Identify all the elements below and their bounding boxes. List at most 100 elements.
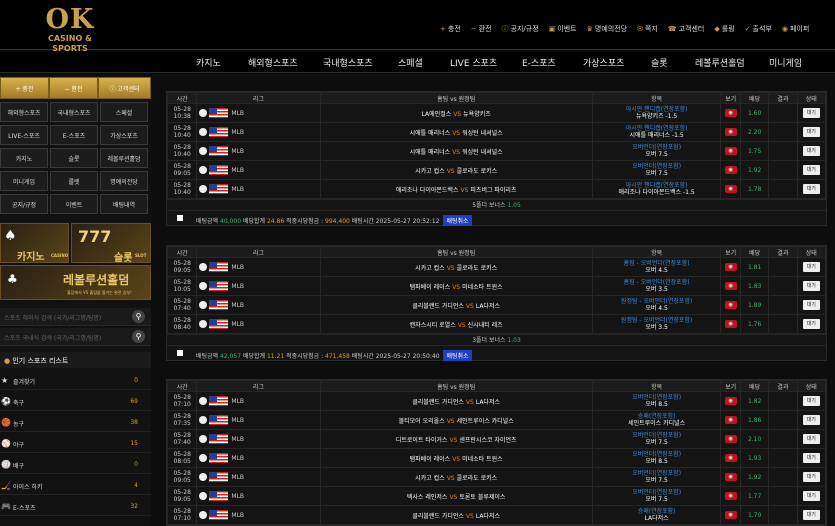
sidebar-menu-item[interactable]: 카지노: [0, 148, 48, 168]
overseas-search-input[interactable]: 스포츠 해외식 검색 (국가/리그명/팀명): [4, 313, 101, 322]
league-name: MLB: [231, 416, 245, 424]
odds-value: 1.77: [739, 486, 770, 506]
sidebar-menu-item[interactable]: 공지/규정: [0, 194, 48, 214]
match-clock: 07:35: [173, 420, 191, 427]
eye-icon[interactable]: ◉: [724, 185, 737, 193]
sport-item[interactable]: ★ 즐겨찾기 0: [0, 371, 151, 390]
eye-icon[interactable]: ◉: [724, 397, 737, 405]
domestic-search-input[interactable]: 스포츠 국내식 검색 (국가/리그명/팀명): [4, 333, 101, 342]
summary-time: 2025-05-27 20:50:40: [375, 353, 440, 360]
sidebar-menu-item[interactable]: 가상스포츠: [100, 125, 148, 145]
teams-cell: 시카고 컵스 VS 콜로라도 로키스: [319, 160, 593, 180]
sidebar-menu-item[interactable]: 해외형스포츠: [0, 102, 48, 122]
nav-item[interactable]: 레볼루션홀덤: [695, 56, 745, 69]
sidebar-menu-item[interactable]: E-스포츠: [50, 125, 98, 145]
sport-icon: ★: [1, 376, 9, 385]
top-menu-item[interactable]: ☎ 고객센터: [668, 24, 705, 34]
table-header: 시간 리그 홈팀 vs 원정팀 항목 보기 배당 결과 상태: [166, 246, 827, 258]
selection: 오버 3.5: [645, 286, 668, 293]
eye-icon[interactable]: ◉: [724, 511, 737, 519]
eye-icon[interactable]: ◉: [724, 320, 737, 328]
view-cell: ◉: [720, 505, 741, 525]
sport-item[interactable]: ⚾ 야구 15: [0, 434, 151, 453]
selection: 오버 8.5: [645, 458, 668, 465]
sidebar-menu-item[interactable]: 이벤트: [50, 194, 98, 214]
cancel-bet-button[interactable]: 배팅취소: [443, 215, 472, 226]
holdem-banner[interactable]: ♣ 레볼루션홀덤 홀덤에서 VS 홀덤을 즐기는 완전 승부!: [0, 265, 151, 300]
domestic-search[interactable]: 스포츠 국내식 검색 (국가/리그명/팀명) ⚲: [0, 328, 151, 346]
top-menu-item[interactable]: ✉ 쪽지: [637, 24, 658, 34]
sport-name: 야구: [13, 442, 25, 449]
overseas-search[interactable]: 스포츠 해외식 검색 (국가/리그명/팀명) ⚲: [0, 308, 151, 326]
top-menu-item[interactable]: + 충전: [440, 24, 461, 34]
customer-center-button[interactable]: ⓘ 고객센터: [98, 77, 151, 99]
top-menu-item[interactable]: ✓ 출석부: [745, 24, 772, 34]
nav-item[interactable]: 미니게임: [769, 56, 802, 69]
top-menu-item[interactable]: ◉ 페이퍼: [782, 24, 809, 34]
sidebar-menu-item[interactable]: 스페셜: [100, 102, 148, 122]
eye-icon[interactable]: ◉: [724, 454, 737, 462]
slot-banner[interactable]: 777 슬롯 SLOT: [71, 223, 151, 263]
top-menu-item[interactable]: ▣ 이벤트: [549, 24, 577, 34]
sidebar-menu-item[interactable]: 배팅내역: [100, 194, 148, 214]
sport-count: 0: [134, 377, 138, 384]
sport-item[interactable]: 🏐 배구 0: [0, 455, 151, 474]
sidebar-menu-item[interactable]: 국내형스포츠: [50, 102, 98, 122]
status-badge: 대기: [802, 415, 820, 425]
sport-icon: 🏒: [1, 481, 11, 490]
cancel-bet-button[interactable]: 배팅취소: [443, 350, 472, 361]
column-header: 시간: [166, 246, 198, 258]
nav-item[interactable]: 해외형스포츠: [248, 56, 298, 69]
deposit-button[interactable]: + 충전: [0, 77, 49, 99]
sidebar-menu-item[interactable]: 명예의전당: [100, 171, 148, 191]
eye-icon[interactable]: ◉: [724, 166, 737, 174]
eye-icon[interactable]: ◉: [724, 473, 737, 481]
eye-icon[interactable]: ◉: [724, 435, 737, 443]
top-menu-label: 롤링: [721, 25, 735, 33]
top-menu-item[interactable]: ♛ 명예의전당: [587, 24, 627, 34]
sport-item[interactable]: 🎮 E-스포츠 32: [0, 497, 151, 516]
casino-banner[interactable]: 카지노 CASINO ♠: [0, 223, 69, 263]
eye-icon[interactable]: ◉: [724, 301, 737, 309]
nav-item[interactable]: 국내형스포츠: [323, 56, 373, 69]
eye-icon[interactable]: ◉: [724, 147, 737, 155]
sidebar-menu-item[interactable]: 레볼루션홀덤: [100, 148, 148, 168]
select-checkbox[interactable]: [177, 215, 183, 221]
nav-item[interactable]: 슬롯: [651, 56, 668, 69]
table-row: 05-28 07:10 MLB 클리블랜드 가디언스 VS LA다저스 승패(연장포함) LA…: [166, 505, 827, 525]
sidebar-menu-item[interactable]: 미니게임: [0, 171, 48, 191]
top-menu-item[interactable]: ⓘ 공지/규정: [502, 24, 539, 34]
eye-icon[interactable]: ◉: [724, 128, 737, 136]
eye-icon[interactable]: ◉: [724, 109, 737, 117]
sidebar-menu-item[interactable]: 룰렛: [50, 171, 98, 191]
eye-icon[interactable]: ◉: [724, 492, 737, 500]
logo[interactable]: OK CASINO & SPORTS: [30, 6, 110, 54]
nav-item[interactable]: 카지노: [196, 56, 221, 69]
match-time: 05-28 07:35: [166, 410, 198, 430]
sport-icon: 🏀: [1, 418, 11, 427]
search-icon[interactable]: ⚲: [132, 310, 145, 323]
top-menu-item[interactable]: − 환전: [471, 24, 492, 34]
eye-icon[interactable]: ◉: [724, 263, 737, 271]
selection: LA다저스: [644, 515, 669, 522]
sidebar-menu-item[interactable]: 슬롯: [50, 148, 98, 168]
sport-item[interactable]: 🏀 농구 38: [0, 413, 151, 432]
nav-item[interactable]: 스페셜: [398, 56, 423, 69]
select-checkbox[interactable]: [177, 350, 183, 356]
eye-icon[interactable]: ◉: [724, 416, 737, 424]
nav-item[interactable]: 가상스포츠: [583, 56, 624, 69]
column-header: 홈팀 vs 원정팀: [319, 92, 593, 104]
nav-item[interactable]: LIVE 스포츠: [450, 56, 497, 69]
sport-item[interactable]: 🏒 아이스 하키 4: [0, 476, 151, 495]
search-icon[interactable]: ⚲: [132, 330, 145, 343]
sport-item[interactable]: ⚽ 축구 69: [0, 392, 151, 411]
selection: 오버 7.5: [645, 439, 668, 446]
withdraw-button[interactable]: − 환전: [49, 77, 98, 99]
top-menu-item[interactable]: ◆ 롤링: [714, 24, 734, 34]
eye-icon[interactable]: ◉: [724, 282, 737, 290]
sport-icon: ⚾: [1, 439, 11, 448]
nav-item[interactable]: E-스포츠: [522, 56, 556, 69]
status-badge: 대기: [802, 146, 820, 156]
sidebar-menu-item[interactable]: LIVE-스포츠: [0, 125, 48, 145]
view-cell: ◉: [720, 179, 741, 199]
